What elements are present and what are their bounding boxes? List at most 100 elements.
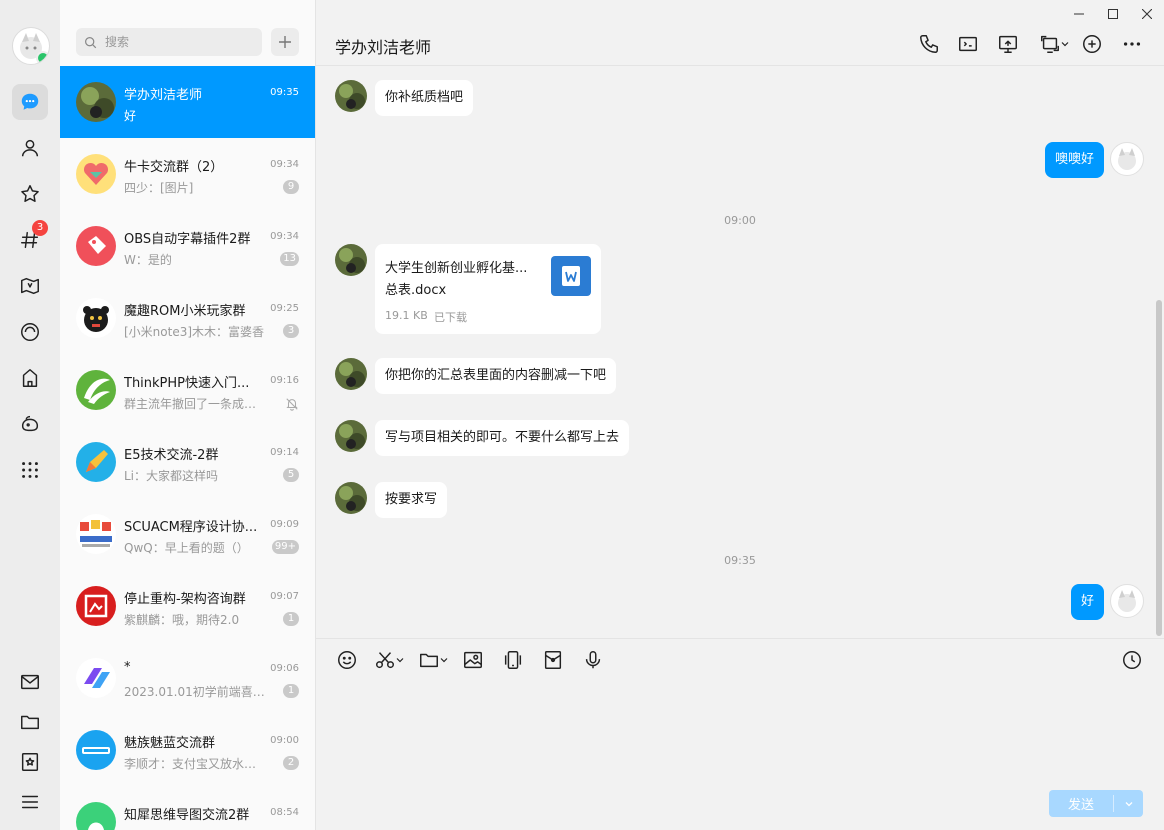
more-apps-grid-icon[interactable] [12,452,48,488]
remote-assist-icon[interactable] [1034,30,1074,58]
conversation-name: 学办刘洁老师 [124,88,203,103]
self-avatar[interactable] [1110,142,1144,176]
maximize-button[interactable] [1096,0,1130,28]
conversation-item[interactable]: OBS自动字幕插件2群 W：是的 09:34 13 [60,210,315,282]
message-bubble[interactable]: 按要求写 [375,482,448,518]
search-icon [85,36,97,48]
conversation-item[interactable]: 学办刘洁老师 好 09:35 [60,66,315,138]
send-file-icon[interactable] [418,649,448,671]
chevron-down-icon [1061,42,1069,47]
conversation-preview: 四少：[图片] [124,181,194,195]
chevron-down-icon [396,658,404,663]
send-label: 发送 [1067,798,1094,813]
message-input-area[interactable] [316,639,1164,830]
screen-share-icon[interactable] [994,30,1022,58]
miniapp-nav-icon[interactable] [12,360,48,396]
self-avatar[interactable] [1110,584,1144,618]
conversation-name: E5技术交流-2群 [124,448,219,463]
photo-nav-icon[interactable] [12,268,48,304]
contact-avatar[interactable] [335,244,367,276]
conversation-avatar [76,442,116,482]
message-bubble[interactable]: 写与项目相关的即可。不要什么都写上去 [375,420,630,456]
conversation-item[interactable]: E5技术交流-2群 Li：大家都这样吗 09:14 5 [60,426,315,498]
conversation-avatar [76,514,116,554]
voice-call-icon[interactable] [915,30,943,58]
conversation-item[interactable]: 魅族魅蓝交流群 李顺才：支付宝又放水了... 09:00 2 [60,714,315,786]
history-clock-icon[interactable] [1121,649,1143,671]
unread-count-badge: 1 [283,684,299,698]
bookmark-icon[interactable] [12,744,48,780]
favorites-nav-icon[interactable] [12,176,48,212]
word-document-icon [551,256,591,296]
add-member-icon[interactable] [1078,30,1106,58]
video-call-icon[interactable] [954,30,982,58]
contacts-nav-icon[interactable] [12,130,48,166]
message-bubble-self[interactable]: 噢噢好 [1044,142,1104,178]
conversation-item[interactable]: * 2023.01.01初学前端喜欢摸... 09:06 1 [60,642,315,714]
file-name: 大学生创新创业孵化基... [385,261,528,276]
conversation-preview: W：是的 [124,253,172,267]
contact-avatar[interactable] [335,420,367,452]
moments-nav-icon[interactable] [12,314,48,350]
chat-header-toolbar [316,30,1164,58]
message-bubble-self[interactable]: 好 [1070,584,1104,620]
close-button[interactable] [1130,0,1164,28]
conversation-item[interactable]: 知犀思维导图交流2群 08:54 [60,786,315,830]
message-bubble[interactable]: 你补纸质档吧 [375,80,474,116]
image-icon[interactable] [462,649,484,671]
games-nav-icon[interactable] [12,406,48,442]
conversation-item[interactable]: ThinkPHP快速入门... 群主流年撤回了一条成员... 09:16 [60,354,315,426]
conversation-name: OBS自动字幕插件2群 [124,232,251,247]
red-packet-icon[interactable] [542,649,564,671]
chat-pane: 学办刘洁老师 你补纸质档吧 噢噢好 09:00 大学生创新创业孵化基... 总表… [316,0,1164,830]
conversation-time: 09:07 [270,591,299,602]
file-message-card[interactable]: 大学生创新创业孵化基... 总表.docx 19.1 KB 已下载 [375,244,601,334]
conversation-item[interactable]: SCUACM程序设计协... QwQ：早上看的题（） 09:09 99+ [60,498,315,570]
folder-icon[interactable] [12,704,48,740]
search-input[interactable] [103,34,257,50]
plus-icon [279,36,291,48]
send-options-chevron-icon[interactable] [1114,799,1143,809]
message-list: 你补纸质档吧 噢噢好 09:00 大学生创新创业孵化基... 总表.docx 1… [316,66,1164,638]
unread-count-badge: 3 [283,324,299,338]
conversation-item[interactable]: 停止重构-架构咨询群 紫麒麟：哦，期待2.0 09:07 1 [60,570,315,642]
muted-bell-icon [285,396,299,415]
more-options-icon[interactable] [1118,30,1146,58]
conversation-time: 09:14 [270,447,299,458]
conversation-avatar [76,586,116,626]
unread-count-badge: 13 [280,252,299,266]
message-scrollbar[interactable] [1156,300,1162,636]
send-button[interactable]: 发送 [1049,790,1143,817]
file-name-continued: 总表.docx [385,283,447,298]
message-bubble[interactable]: 你把你的汇总表里面的内容删减一下吧 [375,358,617,394]
menu-icon[interactable] [12,784,48,820]
conversation-avatar [76,154,116,194]
channels-nav-icon[interactable]: 3 [12,220,48,258]
conversation-avatar [76,82,116,122]
conversation-item[interactable]: 魔趣ROM小米玩家群 [小米note3]木木：富婆香 09:25 3 [60,282,315,354]
maximize-icon [1108,9,1118,19]
microphone-icon[interactable] [582,649,604,671]
conversation-avatar [76,226,116,266]
user-avatar[interactable] [12,27,50,65]
unread-count-badge: 99+ [271,540,299,554]
minimize-icon [1074,13,1084,15]
contact-avatar[interactable] [335,358,367,390]
emoji-icon[interactable] [336,649,358,671]
conversation-preview: QwQ：早上看的题（） [124,541,249,555]
messages-nav-icon[interactable] [12,84,48,120]
conversation-name: * [124,660,131,675]
conversation-item[interactable]: 牛卡交流群（2） 四少：[图片] 09:34 9 [60,138,315,210]
timestamp: 09:00 [724,214,756,227]
mail-icon[interactable] [12,664,48,700]
search-box[interactable] [76,28,262,56]
conversation-avatar [76,730,116,770]
conversation-time: 09:35 [270,87,299,98]
add-button[interactable] [271,28,299,56]
screenshot-scissors-icon[interactable] [374,649,404,671]
shake-icon[interactable] [502,649,524,671]
contact-avatar[interactable] [335,482,367,514]
conversation-name: 知犀思维导图交流2群 [124,808,250,823]
minimize-button[interactable] [1062,0,1096,28]
contact-avatar[interactable] [335,80,367,112]
